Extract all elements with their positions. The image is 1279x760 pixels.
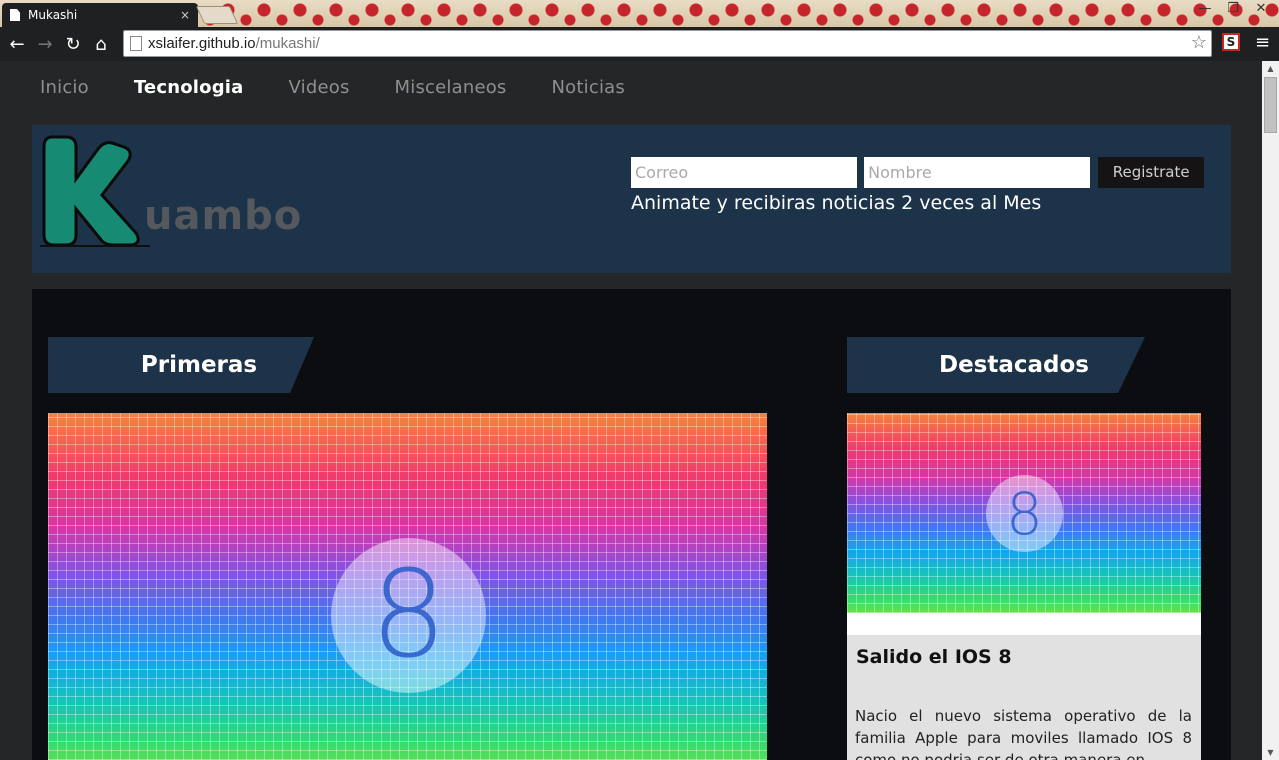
- header-banner: uambo Registrate Animate y recibiras not…: [32, 125, 1231, 273]
- content-panel: Primeras Destacados 8 8 Salido el IOS 8 …: [32, 289, 1231, 760]
- forward-icon[interactable]: →: [31, 30, 59, 58]
- url-host: xslaifer.github.io: [148, 35, 256, 52]
- name-field[interactable]: [864, 157, 1091, 188]
- extension-icon[interactable]: S: [1222, 33, 1240, 51]
- address-bar[interactable]: xslaifer.github.io/mukashi/ ☆: [123, 30, 1212, 57]
- logo-wordmark: uambo: [144, 193, 303, 239]
- featured-article-image[interactable]: 8: [48, 413, 767, 760]
- top-navigation: Inicio Tecnologia Videos Miscelaneos Not…: [40, 77, 625, 98]
- scroll-thumb[interactable]: [1264, 77, 1277, 133]
- ios8-badge-small: 8: [986, 475, 1063, 552]
- window-controls: — ❐ ✕: [1191, 0, 1275, 18]
- logo-underline: [40, 245, 150, 247]
- page-viewport: Inicio Tecnologia Videos Miscelaneos Not…: [0, 61, 1262, 760]
- back-icon[interactable]: ←: [3, 30, 31, 58]
- nav-item-noticias[interactable]: Noticias: [552, 77, 625, 98]
- window-close-icon[interactable]: ✕: [1247, 0, 1275, 18]
- site-logo[interactable]: uambo: [40, 131, 303, 247]
- page-icon: [10, 9, 20, 21]
- tab-strip: Mukashi × — ❐ ✕: [0, 0, 1279, 27]
- highlight-article-image[interactable]: 8: [847, 413, 1201, 613]
- new-tab-button[interactable]: [195, 6, 239, 24]
- email-field[interactable]: [631, 157, 857, 188]
- card-excerpt: Nacio el nuevo sistema operativo de la f…: [855, 707, 1192, 760]
- bookmark-star-icon[interactable]: ☆: [1191, 32, 1207, 53]
- minimize-icon[interactable]: —: [1191, 0, 1219, 18]
- section-heading-primeras: Primeras: [48, 337, 314, 393]
- scroll-up-arrow-icon[interactable]: ▲: [1262, 61, 1279, 76]
- browser-tab[interactable]: Mukashi ×: [2, 3, 198, 27]
- signup-note: Animate y recibiras noticias 2 veces al …: [631, 192, 1042, 214]
- page-info-icon[interactable]: [130, 36, 142, 51]
- url-path: /mukashi/: [255, 35, 320, 52]
- newsletter-signup: Registrate Animate y recibiras noticias …: [631, 157, 1205, 214]
- home-icon[interactable]: ⌂: [87, 30, 115, 58]
- register-button[interactable]: Registrate: [1098, 157, 1205, 188]
- browser-toolbar: ← → ↻ ⌂ xslaifer.github.io/mukashi/ ☆ S …: [0, 27, 1279, 61]
- highlight-article-card[interactable]: Salido el IOS 8 Nacio el nuevo sistema o…: [847, 613, 1201, 760]
- close-tab-icon[interactable]: ×: [180, 8, 190, 22]
- browser-menu-icon[interactable]: ≡: [1255, 32, 1270, 53]
- card-strip: [847, 613, 1201, 635]
- restore-icon[interactable]: ❐: [1219, 0, 1247, 18]
- nav-item-videos[interactable]: Videos: [289, 77, 350, 98]
- nav-item-tecnologia[interactable]: Tecnologia: [134, 77, 244, 98]
- scroll-down-arrow-icon[interactable]: ▼: [1262, 745, 1279, 760]
- card-title[interactable]: Salido el IOS 8: [856, 646, 1012, 668]
- logo-k-mark: [42, 135, 140, 247]
- nav-item-miscelaneos[interactable]: Miscelaneos: [395, 77, 507, 98]
- reload-icon[interactable]: ↻: [59, 30, 87, 58]
- vertical-scrollbar[interactable]: ▲ ▼: [1262, 61, 1279, 760]
- section-heading-destacados: Destacados: [847, 337, 1145, 393]
- nav-item-inicio[interactable]: Inicio: [40, 77, 89, 98]
- tab-title: Mukashi: [28, 8, 78, 22]
- ios8-badge: 8: [331, 538, 486, 693]
